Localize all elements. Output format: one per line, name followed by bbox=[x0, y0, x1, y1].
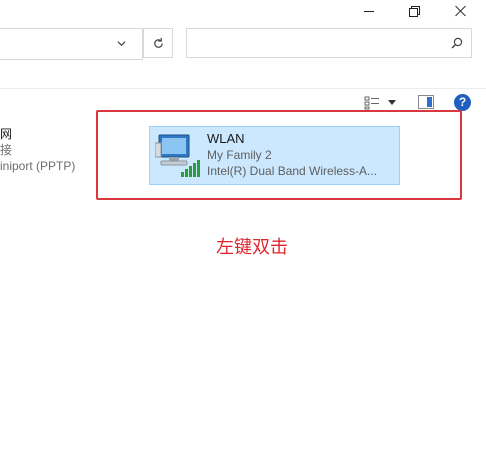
connection-item-pptp[interactable]: 网 接 iniport (PPTP) bbox=[0, 126, 75, 174]
annotation-highlight-box bbox=[96, 110, 462, 200]
refresh-icon bbox=[154, 37, 163, 48]
window-controls bbox=[0, 0, 486, 24]
search-input[interactable] bbox=[186, 28, 472, 58]
search-icon bbox=[451, 37, 463, 49]
help-icon[interactable]: ? bbox=[454, 94, 471, 111]
refresh-button[interactable] bbox=[143, 28, 173, 58]
minimize-icon[interactable] bbox=[346, 0, 392, 24]
close-icon[interactable] bbox=[438, 0, 484, 24]
annotation-label: 左键双击 bbox=[216, 237, 288, 258]
connection-name: 网 bbox=[0, 127, 13, 141]
address-bar[interactable] bbox=[0, 28, 143, 60]
preview-pane-icon[interactable] bbox=[418, 95, 434, 109]
view-dropdown-arrow[interactable] bbox=[388, 100, 396, 105]
view-options-icon[interactable] bbox=[364, 96, 380, 110]
connection-status: 接 bbox=[0, 143, 13, 157]
restore-icon[interactable] bbox=[392, 0, 438, 24]
connection-device: iniport (PPTP) bbox=[0, 159, 76, 173]
chevron-down-icon[interactable] bbox=[117, 39, 126, 48]
